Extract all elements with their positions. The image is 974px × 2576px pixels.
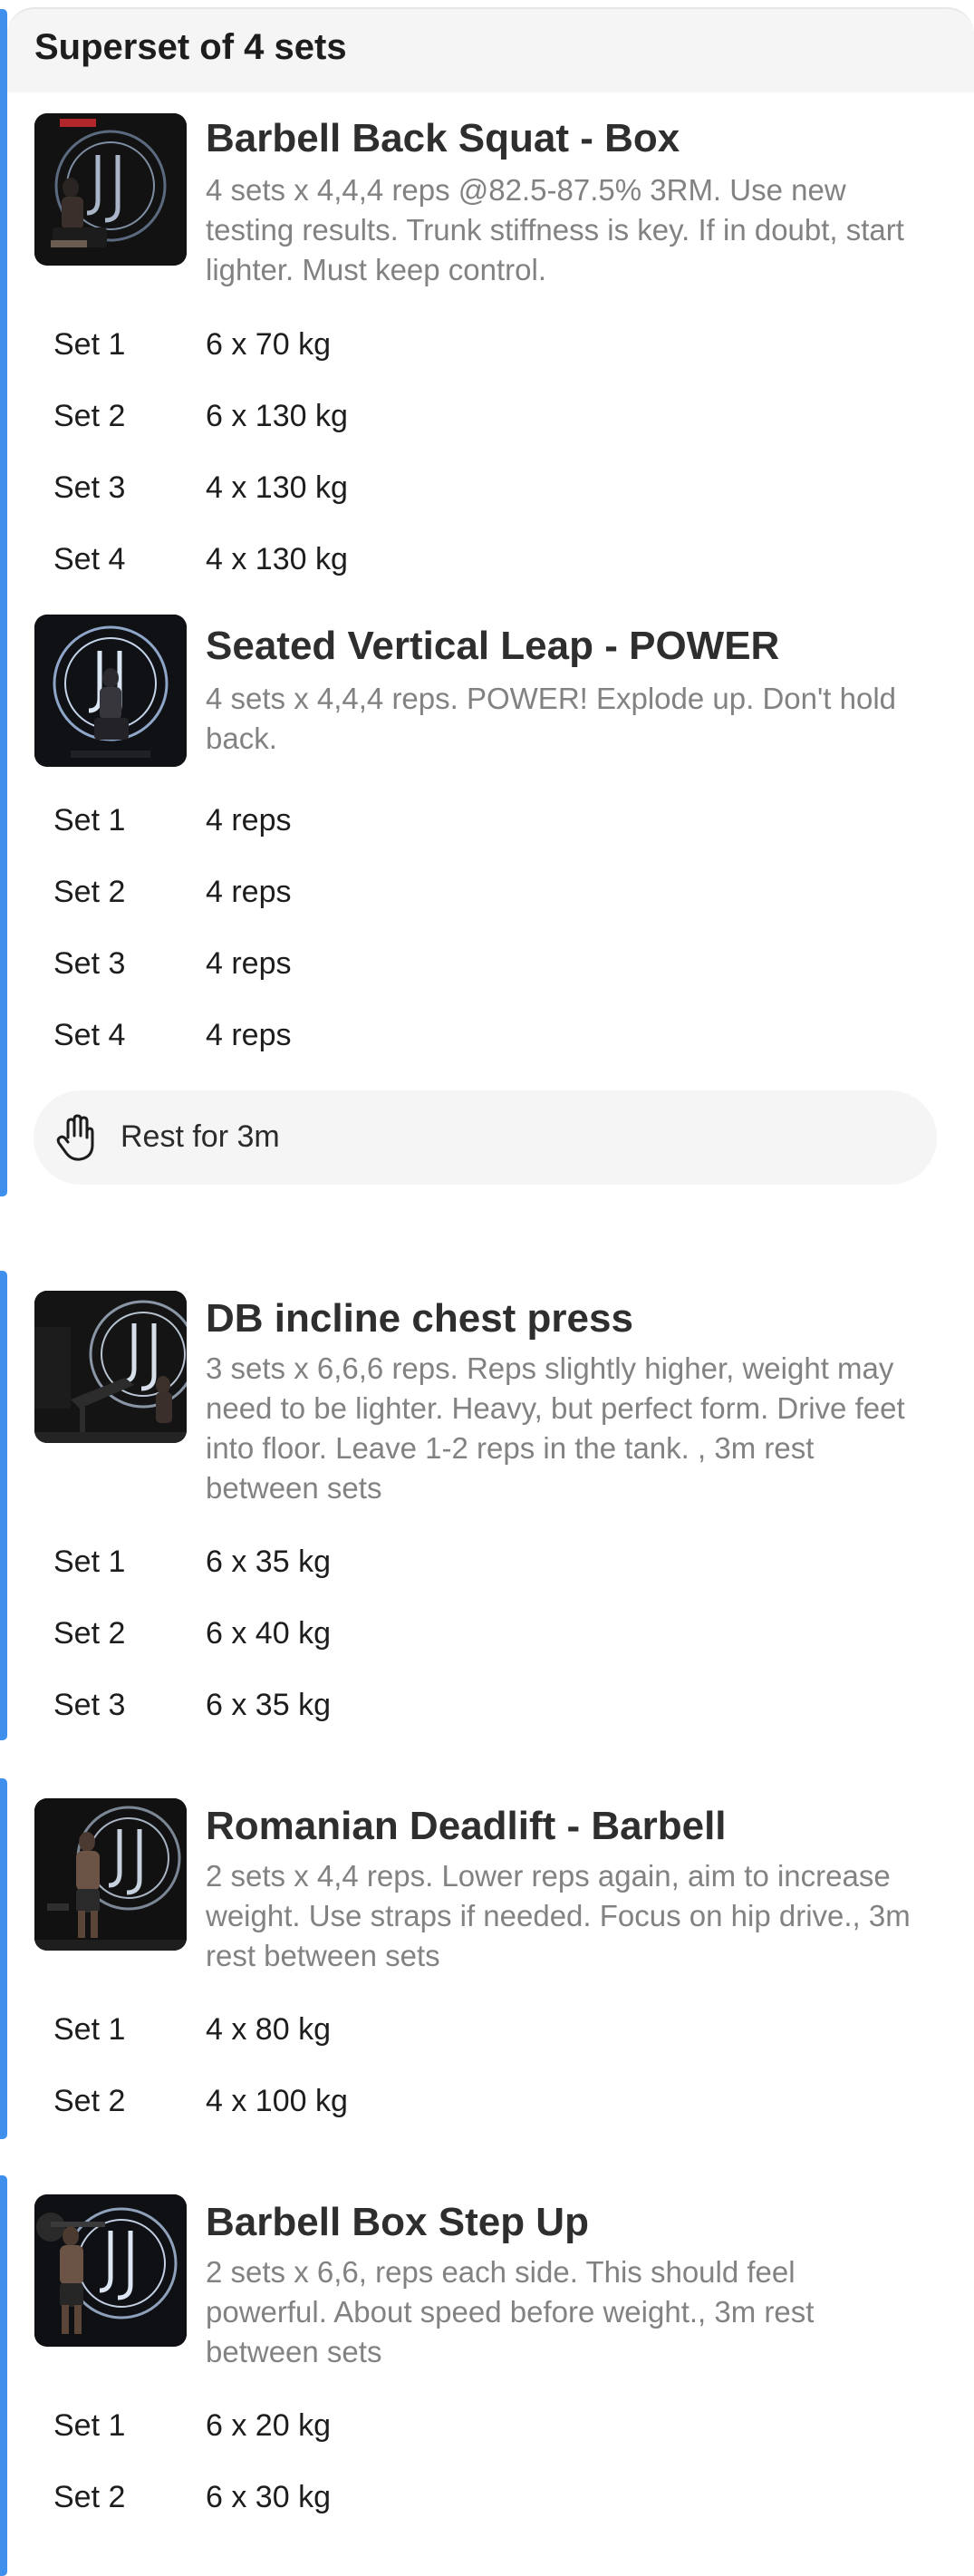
set-row[interactable]: Set 1 6 x 20 kg [0, 2401, 974, 2455]
exercise-description: 2 sets x 4,4 reps. Lower reps again, aim… [206, 1859, 911, 1972]
exercise-name[interactable]: Barbell Back Squat - Box [206, 116, 680, 161]
set-value: 6 x 35 kg [206, 1545, 331, 1579]
set-label: Set 1 [53, 803, 126, 838]
exercise-description: 3 sets x 6,6,6 reps. Reps slightly highe… [206, 1351, 905, 1505]
set-value: 6 x 20 kg [206, 2408, 331, 2443]
exercise-name[interactable]: Seated Vertical Leap - POWER [206, 624, 779, 669]
exercise-description: 4 sets x 4,4,4 reps @82.5-87.5% 3RM. Use… [206, 173, 904, 286]
set-value: 4 x 80 kg [206, 2012, 331, 2047]
hand-icon [56, 1114, 94, 1161]
workout-page: Superset of 4 sets Barbell Back Squat - … [0, 0, 974, 2576]
set-value: 6 x 130 kg [206, 399, 348, 433]
set-label: Set 2 [53, 2480, 126, 2514]
set-row[interactable]: Set 2 6 x 40 kg [0, 1609, 974, 1663]
set-row[interactable]: Set 2 4 reps [0, 867, 974, 922]
set-row[interactable]: Set 2 6 x 130 kg [0, 392, 974, 446]
exercise-description: 2 sets x 6,6, reps each side. This shoul… [206, 2255, 815, 2368]
exercise-name[interactable]: DB incline chest press [206, 1296, 633, 1341]
set-row[interactable]: Set 1 4 x 80 kg [0, 2005, 974, 2059]
exercise-thumbnail[interactable] [34, 1798, 187, 1951]
exercise-accent-bar [0, 1271, 7, 1740]
set-label: Set 1 [53, 1545, 126, 1579]
set-row[interactable]: Set 4 4 reps [0, 1011, 974, 1065]
set-row[interactable]: Set 1 4 reps [0, 796, 974, 850]
set-value: 4 x 130 kg [206, 470, 348, 505]
set-value: 6 x 40 kg [206, 1616, 331, 1651]
exercise-thumbnail[interactable] [34, 1291, 187, 1443]
set-value: 4 reps [206, 946, 292, 981]
exercise-thumbnail[interactable] [34, 615, 187, 767]
rest-timer[interactable]: Rest for 3m [34, 1090, 937, 1185]
set-value: 4 reps [206, 875, 292, 909]
set-row[interactable]: Set 1 6 x 70 kg [0, 320, 974, 374]
set-label: Set 4 [53, 542, 126, 576]
set-label: Set 2 [53, 875, 126, 909]
rest-label: Rest for 3m [121, 1119, 280, 1154]
set-label: Set 1 [53, 2012, 126, 2047]
set-label: Set 3 [53, 946, 126, 981]
exercise-name[interactable]: Barbell Box Step Up [206, 2200, 589, 2245]
set-label: Set 1 [53, 2408, 126, 2443]
set-value: 4 x 130 kg [206, 542, 348, 576]
set-label: Set 3 [53, 1688, 126, 1722]
set-row[interactable]: Set 2 6 x 30 kg [0, 2473, 974, 2527]
superset-header: Superset of 4 sets [7, 7, 974, 92]
exercise-thumbnail[interactable] [34, 2194, 187, 2347]
superset-title: Superset of 4 sets [34, 27, 347, 67]
set-label: Set 2 [53, 399, 126, 433]
set-row[interactable]: Set 3 4 reps [0, 939, 974, 993]
set-row[interactable]: Set 3 4 x 130 kg [0, 463, 974, 518]
set-value: 6 x 35 kg [206, 1688, 331, 1722]
set-value: 4 reps [206, 1018, 292, 1052]
set-value: 6 x 70 kg [206, 327, 331, 362]
set-row[interactable]: Set 3 6 x 35 kg [0, 1680, 974, 1735]
set-label: Set 2 [53, 2084, 126, 2118]
set-value: 4 reps [206, 803, 292, 838]
set-row[interactable]: Set 1 6 x 35 kg [0, 1537, 974, 1592]
exercise-name[interactable]: Romanian Deadlift - Barbell [206, 1804, 727, 1849]
set-label: Set 3 [53, 470, 126, 505]
set-row[interactable]: Set 4 4 x 130 kg [0, 535, 974, 589]
set-label: Set 2 [53, 1616, 126, 1651]
set-value: 6 x 30 kg [206, 2480, 331, 2514]
set-label: Set 4 [53, 1018, 126, 1052]
exercise-thumbnail[interactable] [34, 113, 187, 266]
exercise-description: 4 sets x 4,4,4 reps. POWER! Explode up. … [206, 682, 897, 755]
set-row[interactable]: Set 2 4 x 100 kg [0, 2077, 974, 2131]
set-label: Set 1 [53, 327, 126, 362]
set-value: 4 x 100 kg [206, 2084, 348, 2118]
